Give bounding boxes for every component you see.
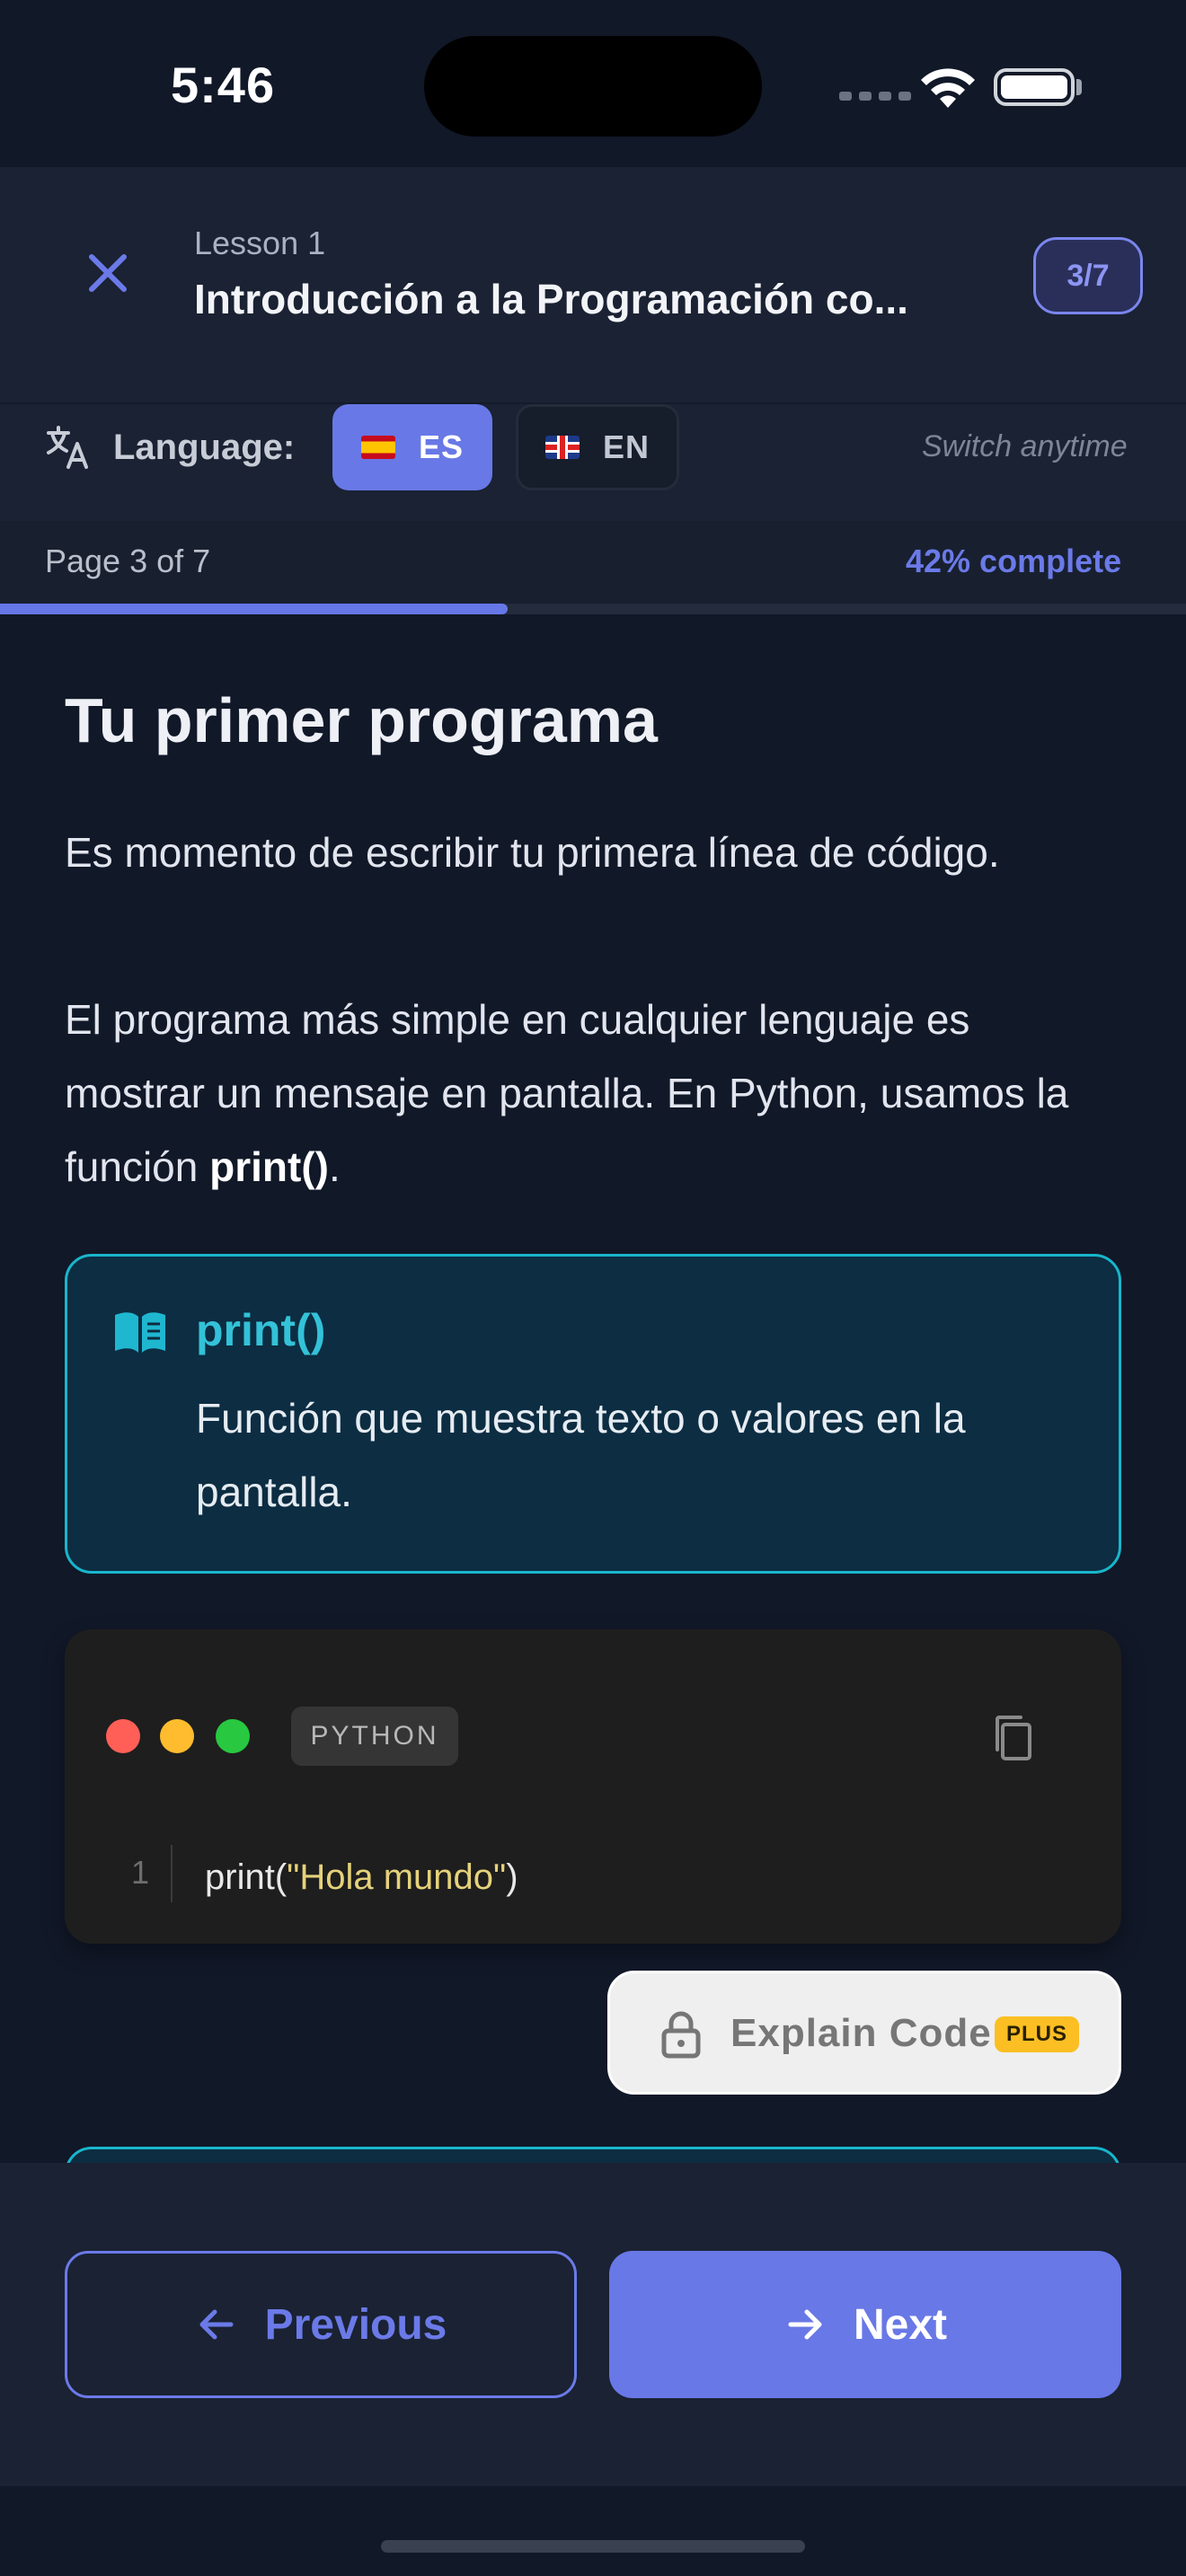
code-close-paren: ) — [506, 1857, 518, 1897]
language-option-es[interactable]: ES — [332, 404, 492, 490]
language-code: ES — [418, 428, 465, 465]
line-number: 1 — [131, 1854, 150, 1891]
definition-term: print() — [196, 1305, 326, 1355]
paragraph-end: . — [328, 1143, 341, 1190]
spain-flag-icon — [360, 436, 395, 459]
lock-icon — [661, 2011, 701, 2059]
book-icon — [115, 1312, 165, 1353]
lesson-title: Introducción a la Programación co... — [194, 276, 908, 322]
copy-icon[interactable] — [990, 1712, 1037, 1764]
window-maximize-dot — [216, 1719, 250, 1753]
code-string: "Hola mundo" — [287, 1857, 507, 1897]
language-option-en[interactable]: EN — [516, 404, 679, 490]
translate-icon — [47, 426, 88, 469]
next-button[interactable]: Next — [609, 2251, 1121, 2398]
window-minimize-dot — [160, 1719, 194, 1753]
explain-code-label: Explain Code — [730, 2011, 992, 2055]
switch-hint: Switch anytime — [922, 429, 1128, 463]
page-title: Tu primer programa — [65, 685, 658, 755]
code-gutter — [171, 1845, 173, 1902]
language-label: Language: — [113, 428, 296, 467]
next-label: Next — [853, 2300, 948, 2349]
status-time: 5:46 — [171, 57, 276, 113]
previous-button[interactable]: Previous — [65, 2251, 577, 2398]
wifi-icon — [921, 68, 975, 108]
definition-text: Función que muestra texto o valores en l… — [196, 1395, 966, 1515]
battery-icon — [994, 68, 1075, 106]
arrow-left-icon — [199, 2309, 234, 2340]
code-line: print("Hola mundo") — [205, 1857, 518, 1898]
percent-complete: 42% complete — [906, 543, 1122, 579]
previous-label: Previous — [264, 2300, 447, 2349]
uk-flag-icon — [544, 436, 580, 459]
home-indicator — [381, 2540, 805, 2553]
page-badge: 3/7 — [1033, 237, 1143, 314]
body-paragraph: El programa más simple en cualquier leng… — [65, 983, 1121, 1204]
battery-tip — [1076, 79, 1082, 95]
code-function: print( — [205, 1857, 288, 1897]
dynamic-island — [424, 36, 762, 137]
cellular-signal-icon — [839, 92, 911, 101]
close-icon[interactable] — [83, 248, 133, 298]
progress-fill — [0, 604, 508, 614]
arrow-right-icon — [788, 2309, 822, 2340]
lesson-number: Lesson 1 — [194, 225, 326, 261]
explain-code-button[interactable]: Explain Code PLUS — [607, 1971, 1121, 2095]
paragraph-bold-term: print() — [209, 1143, 329, 1190]
plus-badge: PLUS — [995, 2016, 1079, 2052]
window-close-dot — [106, 1719, 140, 1753]
language-code: EN — [602, 428, 650, 465]
code-language-chip: PYTHON — [291, 1707, 458, 1766]
page-indicator: Page 3 of 7 — [45, 543, 211, 579]
intro-paragraph: Es momento de escribir tu primera línea … — [65, 829, 1000, 876]
